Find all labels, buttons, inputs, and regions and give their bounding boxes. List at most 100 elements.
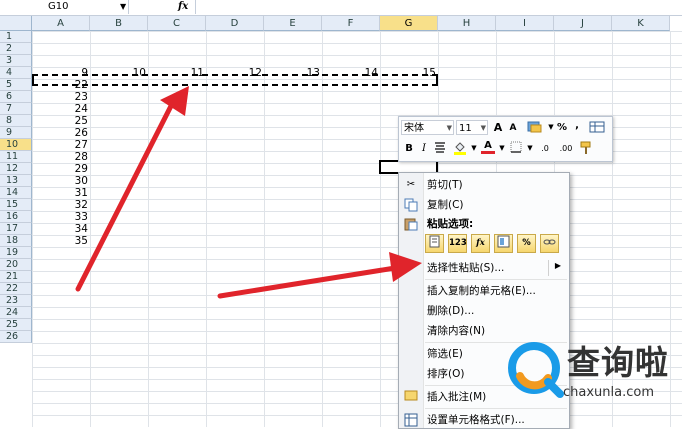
menu-item-paste-options: 粘贴选项: (399, 214, 569, 234)
chevron-down-icon[interactable]: ▼ (481, 121, 486, 136)
copy-marquee (32, 74, 438, 86)
menu-item-label: 选择性粘贴(S)... (427, 262, 505, 274)
column-header-a[interactable]: A (32, 16, 90, 31)
insert-function-icon[interactable]: fx (178, 0, 188, 14)
row-header-23[interactable]: 23 (0, 295, 32, 307)
row-header-7[interactable]: 7 (0, 103, 32, 115)
menu-item-cut[interactable]: ✂ 剪切(T) (399, 175, 569, 195)
row-header-4[interactable]: 4 (0, 67, 32, 79)
align-center-icon[interactable] (433, 141, 447, 156)
chevron-down-icon[interactable]: ▼ (467, 141, 481, 156)
paste-link-icon[interactable] (540, 234, 559, 253)
chevron-down-icon[interactable]: ▼ (523, 141, 537, 156)
row-header-15[interactable]: 15 (0, 199, 32, 211)
column-header-f[interactable]: F (322, 16, 380, 31)
row-header-26[interactable]: 26 (0, 331, 32, 343)
column-header-g[interactable]: G (380, 16, 438, 31)
row-header-22[interactable]: 22 (0, 283, 32, 295)
paste-values-icon[interactable]: 123 (448, 234, 467, 253)
row-header-5[interactable]: 5 (0, 79, 32, 91)
cell-value: 26 (74, 127, 88, 139)
cell-value: 33 (74, 211, 88, 223)
row-header-1[interactable]: 1 (0, 31, 32, 43)
comma-style-icon[interactable]: , (570, 118, 584, 133)
row-header-12[interactable]: 12 (0, 163, 32, 175)
menu-item-label: 复制(C) (427, 199, 464, 211)
chevron-down-icon[interactable]: ▼ (120, 0, 126, 14)
increase-decimal-icon[interactable]: .0 (536, 141, 554, 156)
column-header-b[interactable]: B (90, 16, 148, 31)
chevron-down-icon[interactable]: ▼ (447, 121, 452, 136)
row-header-9[interactable]: 9 (0, 127, 32, 139)
row-header-10[interactable]: 10 (0, 139, 32, 151)
column-header-d[interactable]: D (206, 16, 264, 31)
paste-transpose-icon[interactable] (494, 234, 513, 253)
row-header-14[interactable]: 14 (0, 187, 32, 199)
font-color-icon[interactable]: A (481, 139, 495, 154)
row-header-17[interactable]: 17 (0, 223, 32, 235)
cell-value: 32 (74, 199, 88, 211)
row-header-13[interactable]: 13 (0, 175, 32, 187)
mini-toolbar: 宋体 ▼ 11 ▼ A A ▼ % , B I ▼ A ▼ ▼ .0 .00 (398, 116, 613, 162)
menu-item-paste-special[interactable]: 选择性粘贴(S)... ▶ (399, 258, 569, 278)
paste-formatting-icon[interactable]: % (517, 234, 536, 253)
bold-icon[interactable]: B (402, 141, 416, 156)
column-header-j[interactable]: J (554, 16, 612, 31)
font-size-value: 11 (459, 123, 472, 134)
watermark-text: 查询啦 (567, 343, 669, 382)
submenu-divider (548, 260, 549, 276)
column-header-i[interactable]: I (496, 16, 554, 31)
watermark: 查询啦 chaxunla.com (505, 338, 682, 427)
percent-style-icon[interactable]: % (555, 120, 569, 135)
menu-item-insert-copied[interactable]: 插入复制的单元格(E)... (399, 281, 569, 301)
menu-item-delete[interactable]: 删除(D)... (399, 301, 569, 321)
cell-value: 30 (74, 175, 88, 187)
magnifier-logo-icon (508, 342, 564, 398)
menu-item-label: 插入批注(M) (427, 391, 487, 403)
decrease-decimal-icon[interactable]: .00 (556, 141, 576, 156)
paste-options-icons: 123 fx % (423, 233, 569, 257)
format-painter-icon[interactable] (579, 141, 593, 156)
row-header-6[interactable]: 6 (0, 91, 32, 103)
menu-item-label: 剪切(T) (427, 179, 463, 191)
menu-item-copy[interactable]: 复制(C) (399, 195, 569, 215)
chevron-down-icon[interactable]: ▼ (495, 141, 509, 156)
row-header-16[interactable]: 16 (0, 211, 32, 223)
chevron-right-icon[interactable]: ▶ (555, 261, 561, 270)
row-header-25[interactable]: 25 (0, 319, 32, 331)
borders-icon[interactable] (509, 141, 523, 156)
font-size-select[interactable]: 11 ▼ (456, 120, 488, 135)
cell-value: 27 (74, 139, 88, 151)
fill-color-icon[interactable] (453, 141, 467, 156)
paste-icon[interactable] (425, 234, 444, 253)
row-header-11[interactable]: 11 (0, 151, 32, 163)
font-name-select[interactable]: 宋体 ▼ (401, 120, 454, 135)
column-header-k[interactable]: K (612, 16, 670, 31)
formula-bar: G10 ▼ fx (0, 0, 682, 16)
shrink-font-icon[interactable]: A (506, 121, 520, 136)
row-header-19[interactable]: 19 (0, 247, 32, 259)
column-header-e[interactable]: E (264, 16, 322, 31)
name-box[interactable]: G10 ▼ (0, 0, 129, 14)
menu-separator (425, 279, 567, 280)
menu-item-label: 删除(D)... (427, 305, 475, 317)
row-header-8[interactable]: 8 (0, 115, 32, 127)
select-all-corner[interactable] (0, 16, 32, 31)
paste-formulas-icon[interactable]: fx (471, 234, 490, 253)
column-header-c[interactable]: C (148, 16, 206, 31)
accounting-format-icon[interactable] (527, 120, 543, 135)
grow-font-icon[interactable]: A (491, 120, 505, 135)
cell-value: 34 (74, 223, 88, 235)
row-header-2[interactable]: 2 (0, 43, 32, 55)
format-painter-table-icon[interactable] (589, 120, 605, 135)
cell-value: 23 (74, 91, 88, 103)
row-header-20[interactable]: 20 (0, 259, 32, 271)
cell-value: 31 (74, 187, 88, 199)
column-header-h[interactable]: H (438, 16, 496, 31)
cell-value: 29 (74, 163, 88, 175)
row-header-24[interactable]: 24 (0, 307, 32, 319)
row-header-21[interactable]: 21 (0, 271, 32, 283)
row-header-3[interactable]: 3 (0, 55, 32, 67)
italic-icon[interactable]: I (417, 141, 431, 156)
row-header-18[interactable]: 18 (0, 235, 32, 247)
